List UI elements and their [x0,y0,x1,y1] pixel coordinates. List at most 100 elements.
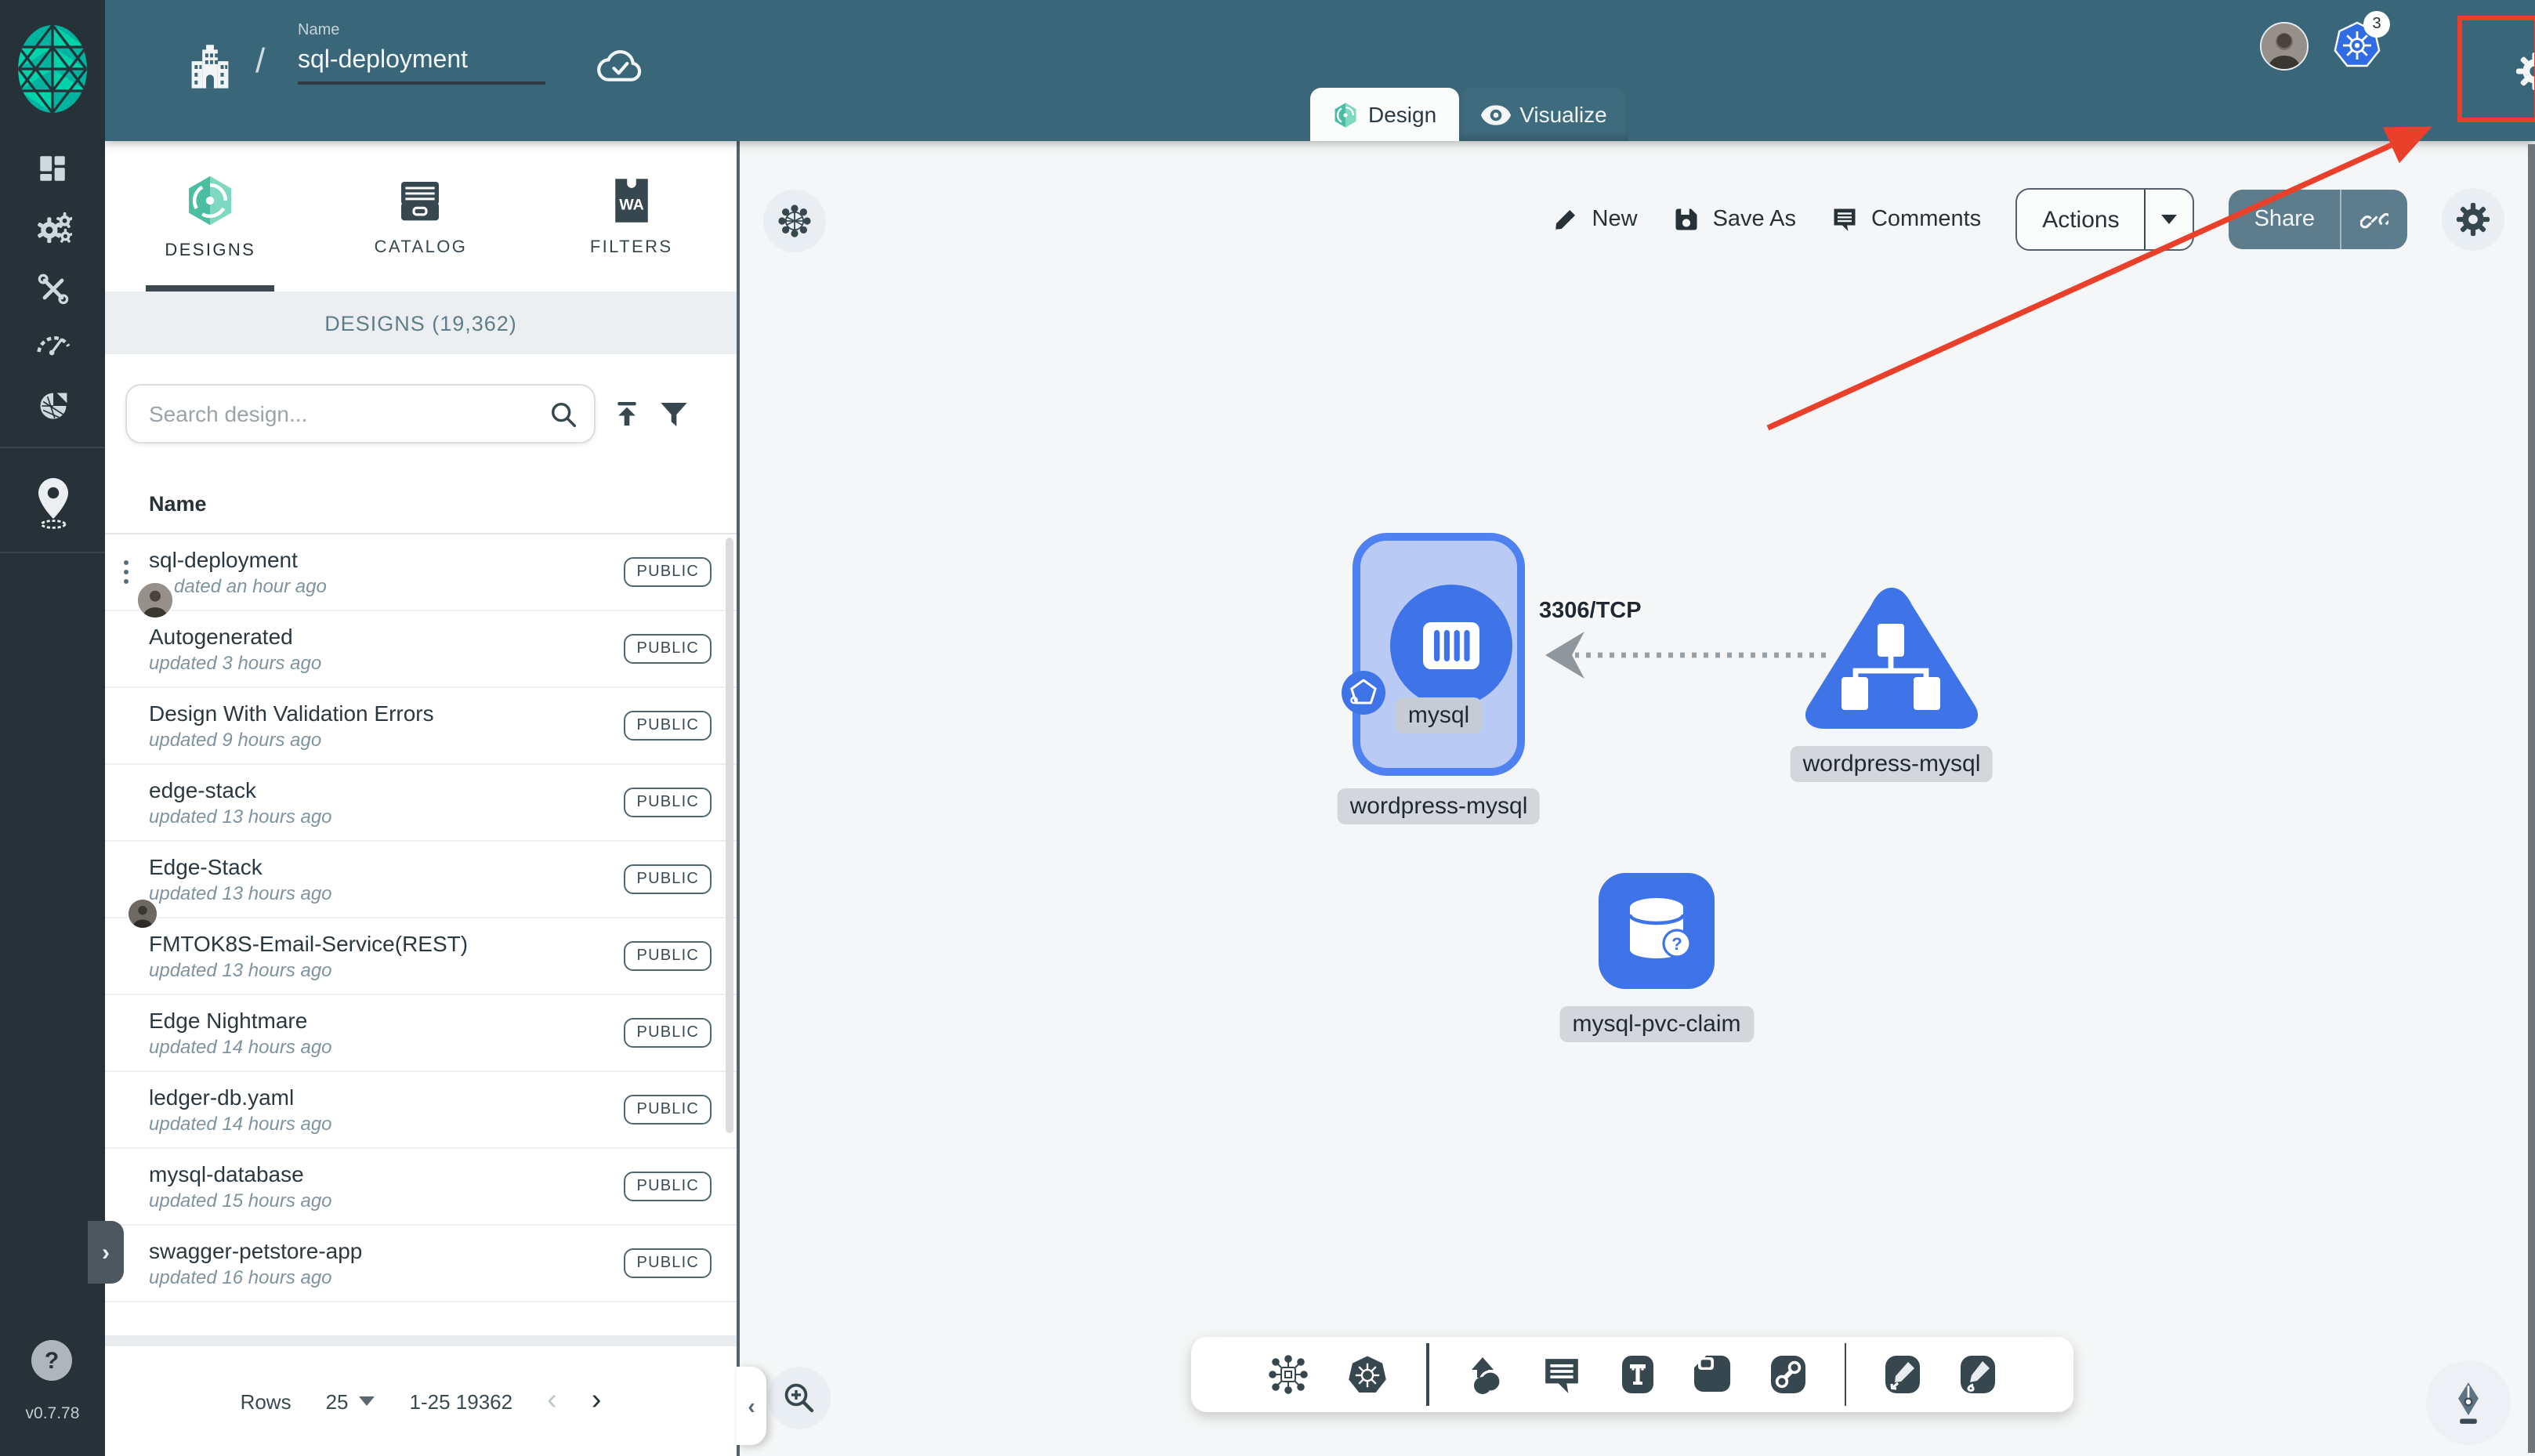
layout-mesh-button[interactable] [763,190,826,252]
design-name-value[interactable]: sql-deployment [298,47,545,85]
pagination-bar: Rows 25 1-25 19362 ‹ › [105,1346,737,1456]
components-library-button[interactable] [1268,1354,1309,1395]
frame-tool-button[interactable] [1693,1354,1731,1395]
draw-edge-tool-button[interactable] [1884,1354,1921,1395]
container-mysql[interactable] [1390,585,1512,707]
pvc-label: mysql-pvc-claim [1559,1006,1754,1042]
design-name: sql-deployment [149,546,298,572]
chevron-down-icon [2161,215,2178,224]
freehand-draw-tool-button[interactable] [1959,1354,1997,1395]
page-scrollbar[interactable] [2528,144,2535,1453]
comments-label: Comments [1870,207,1982,232]
design-list-item[interactable]: ledger-db.yaml updated 14 hours ago PUBL… [105,1072,737,1149]
shapes-tool-button[interactable] [1466,1355,1504,1394]
previous-page-button[interactable]: ‹ [547,1384,557,1418]
container-icon [1423,622,1479,669]
design-updated: updated 14 hours ago [149,1112,332,1135]
design-updated: updated 13 hours ago [149,958,332,981]
design-name: Design With Validation Errors [149,700,434,726]
panel-tab-catalog[interactable]: CATALOG [316,141,527,292]
design-name: edge-stack [149,777,256,802]
user-avatar[interactable] [2260,22,2309,71]
canvas-settings-button[interactable] [2442,188,2504,251]
wasm-icon-text: WA [619,196,644,213]
panel-collapse-button[interactable]: ‹ [737,1367,766,1445]
actions-dropdown-toggle[interactable] [2144,190,2193,249]
extensions-icon [39,393,67,419]
dock-divider [1426,1343,1429,1406]
design-updated: updated 9 hours ago [149,728,322,751]
pen-mode-button[interactable] [2426,1360,2511,1445]
help-button[interactable]: ? [31,1340,72,1381]
meshery-spiral-icon [1334,102,1356,127]
sidebar-item-extensions[interactable] [0,376,105,436]
share-button[interactable]: Share [2229,190,2407,249]
kubernetes-context-icon[interactable]: 3 [2332,11,2390,71]
node-service-wordpress-mysql[interactable] [1793,580,1990,737]
zoom-in-button[interactable] [768,1367,831,1429]
comments-button[interactable]: Comments [1831,205,1981,234]
tab-design-label: Design [1368,102,1437,127]
visibility-badge: PUBLIC [624,1018,712,1048]
design-list-item[interactable]: sql-deployment dated an hour ago PUBLIC [105,534,737,619]
design-name-field[interactable]: Name sql-deployment [298,22,545,85]
organization-icon[interactable] [187,44,234,94]
sidebar-item-dashboard[interactable] [0,138,105,197]
canvas-dock [1191,1337,2073,1412]
pen-nib-icon [2458,1382,2479,1424]
deployment-badge[interactable] [1340,669,1387,716]
visibility-badge: PUBLIC [624,1095,712,1125]
save-as-button[interactable]: Save As [1672,205,1796,234]
node-pvc-mysql-pvc-claim[interactable]: ? [1597,873,1716,989]
new-design-button[interactable]: New [1552,205,1638,234]
copy-link-button[interactable] [2340,190,2407,249]
design-updated: updated 14 hours ago [149,1035,332,1058]
share-label: Share [2254,207,2315,232]
design-list-item[interactable]: swagger-petstore-app updated 16 hours ag… [105,1226,737,1302]
actions-button[interactable]: Actions [2015,188,2195,251]
gears-icon [37,212,71,243]
design-list-item[interactable]: Autogenerated updated 3 hours ago PUBLIC [105,611,737,688]
design-list-item[interactable]: Edge Nightmare updated 14 hours ago PUBL… [105,995,737,1072]
sidebar-item-lifecycle[interactable] [0,199,105,259]
visibility-badge: PUBLIC [624,788,712,817]
comment-tool-button[interactable] [1541,1355,1581,1394]
kubernetes-components-button[interactable] [1346,1353,1389,1396]
list-scrollbar[interactable] [726,538,733,1133]
eye-icon [1480,104,1511,125]
design-canvas[interactable]: New Save As Comments Actions Share 3306/… [740,141,2535,1456]
meshery-logo[interactable] [16,24,89,114]
design-name-label: Name [298,22,340,39]
import-design-button[interactable] [611,398,643,429]
design-list-item[interactable]: Design With Validation Errors updated 9 … [105,688,737,765]
sidebar-item-configuration[interactable] [0,259,105,318]
row-menu-icon[interactable] [124,560,129,584]
meshery-spiral-icon [189,175,232,225]
pencil-icon [1555,210,1575,230]
visibility-badge: PUBLIC [624,634,712,664]
panel-tab-designs[interactable]: DESIGNS [105,141,316,292]
design-list-item[interactable]: mysql-database updated 15 hours ago PUBL… [105,1149,737,1226]
sidebar-item-kanvas[interactable] [0,462,105,544]
tab-design[interactable]: Design [1310,88,1459,141]
design-list-item[interactable]: edge-stack updated 13 hours ago PUBLIC [105,765,737,842]
speedometer-icon [36,336,70,356]
next-page-button[interactable]: › [592,1384,602,1418]
panel-tab-catalog-label: CATALOG [374,237,468,256]
sidebar-expand-button[interactable]: › [88,1221,124,1284]
design-list-item[interactable]: Edge-Stack updated 13 hours ago PUBLIC [105,842,737,929]
sidebar-item-performance[interactable] [0,313,105,373]
design-search-box[interactable] [125,384,596,444]
location-pin-icon [38,478,67,529]
relationship-tool-button[interactable] [1769,1354,1806,1395]
cloud-saved-icon [596,44,646,85]
text-tool-button[interactable] [1618,1354,1656,1395]
panel-tab-filters[interactable]: WA FILTERS [526,141,737,292]
design-search-input[interactable] [146,400,549,428]
filter-designs-button[interactable] [658,399,690,429]
design-name: Edge Nightmare [149,1007,308,1033]
design-list-item[interactable]: FMTOK8S-Email-Service(REST) updated 13 h… [105,918,737,995]
panel-tabs: DESIGNS CATALOG WA FILTERS [105,141,737,292]
tab-visualize[interactable]: Visualize [1458,88,1629,141]
rows-per-page-select[interactable]: 25 [326,1389,375,1413]
